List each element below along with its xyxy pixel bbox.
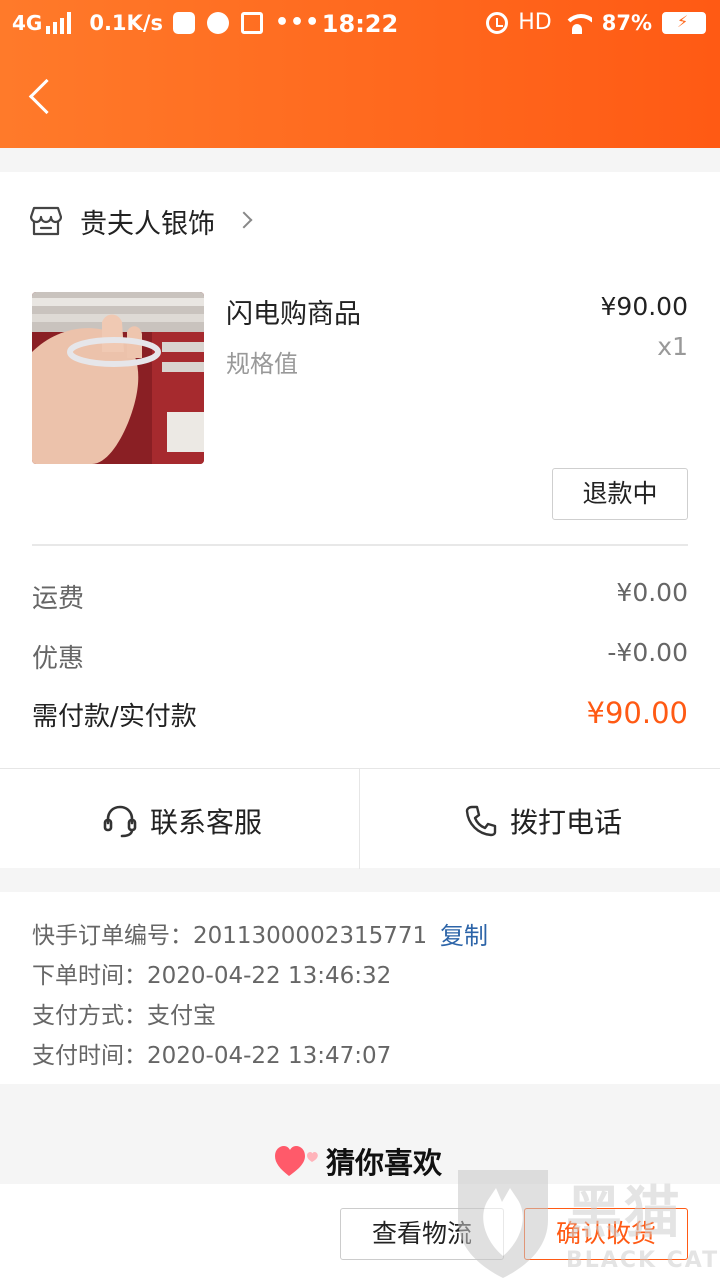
order-time-label: 下单时间：	[32, 963, 147, 989]
fee-row-total: 需付款/实付款 ¥90.00	[32, 696, 688, 736]
call-phone-label: 拨打电话	[510, 806, 623, 839]
alarm-icon	[486, 11, 509, 34]
fee-value: ¥0.00	[616, 578, 688, 607]
divider	[32, 544, 688, 546]
pay-time-line: 支付时间：2020-04-22 13:47:07	[32, 1036, 391, 1070]
fee-label: 优惠	[32, 644, 85, 674]
confirm-receipt-button[interactable]: 确认收货	[524, 1208, 688, 1260]
pay-method-line: 支付方式：支付宝	[32, 996, 216, 1030]
product-price: ¥90.00	[600, 292, 688, 321]
total-label: 需付款/实付款	[32, 702, 197, 732]
hd-indicator: HD	[518, 10, 552, 35]
pay-method: 支付宝	[147, 1003, 216, 1029]
recommend-heading: 猜你喜欢	[0, 1130, 720, 1190]
call-phone-button[interactable]: 拨打电话	[360, 769, 720, 869]
fee-value: -¥0.00	[607, 638, 688, 667]
copy-order-number-link[interactable]: 复制	[440, 916, 488, 951]
order-number-line: 快手订单编号：2011300002315771	[32, 916, 427, 950]
order-info-card: 快手订单编号：2011300002315771 复制 下单时间：2020-04-…	[0, 892, 720, 1084]
order-time-line: 下单时间：2020-04-22 13:46:32	[32, 956, 391, 990]
battery-percentage: 87%	[601, 10, 652, 35]
pay-time: 2020-04-22 13:47:07	[147, 1043, 392, 1069]
fee-row-shipping: 运费 ¥0.00	[32, 578, 688, 618]
header: 4G 0.1K/s ••• 18:22 HD 87%	[0, 0, 720, 148]
order-number: 2011300002315771	[193, 923, 428, 949]
pay-method-label: 支付方式：	[32, 1003, 147, 1029]
shop-row[interactable]: 贵夫人银饰	[0, 172, 720, 270]
wifi-icon	[561, 12, 592, 34]
contact-row: 联系客服 拨打电话	[0, 768, 720, 869]
view-logistics-button[interactable]: 查看物流	[340, 1208, 504, 1260]
bottom-action-bar: 查看物流 确认收货	[0, 1184, 720, 1280]
order-number-label: 快手订单编号：	[32, 923, 193, 949]
chevron-right-icon	[235, 211, 253, 229]
total-value: ¥90.00	[586, 696, 688, 730]
product-quantity: x1	[657, 332, 688, 361]
recommend-title: 猜你喜欢	[326, 1146, 443, 1180]
product-spec: 规格值	[226, 350, 298, 378]
refund-status-button[interactable]: 退款中	[552, 468, 688, 520]
product-image[interactable]	[32, 292, 204, 464]
fee-row-discount: 优惠 -¥0.00	[32, 638, 688, 678]
shop-name: 贵夫人银饰	[80, 209, 215, 240]
contact-service-label: 联系客服	[150, 806, 263, 839]
status-bar: 4G 0.1K/s ••• 18:22 HD 87%	[0, 0, 720, 50]
back-button[interactable]	[18, 70, 68, 130]
battery-icon	[662, 11, 706, 34]
contact-service-button[interactable]: 联系客服	[0, 769, 360, 869]
heart-icon	[275, 1146, 318, 1176]
product-name[interactable]: 闪电购商品	[226, 292, 361, 331]
phone-icon	[465, 805, 497, 837]
pay-time-label: 支付时间：	[32, 1043, 147, 1069]
order-time: 2020-04-22 13:46:32	[147, 963, 392, 989]
order-card: 贵夫人银饰 闪电购商品 规格值 ¥90.00 x1 退款中 运费 ¥0.00 优…	[0, 172, 720, 869]
headset-icon	[103, 805, 137, 838]
fee-label: 运费	[32, 584, 85, 614]
store-icon	[30, 206, 62, 236]
